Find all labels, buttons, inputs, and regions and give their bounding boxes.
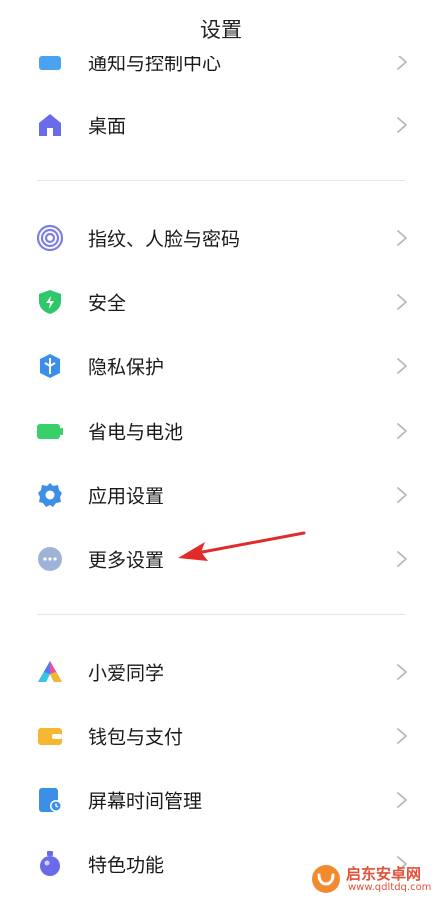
home-icon [36, 111, 64, 139]
chevron-right-icon [396, 486, 408, 504]
settings-item-label: 隐私保护 [88, 356, 165, 379]
settings-item-label: 小爱同学 [88, 662, 165, 685]
watermark-url: www.qdltdq.com [348, 882, 432, 893]
chevron-right-icon [396, 663, 408, 681]
wallet-icon [36, 722, 64, 750]
watermark: 启东安卓网 www.qdltdq.com [306, 859, 436, 899]
xiaoai-icon [36, 658, 64, 686]
watermark-name: 启东安卓网 [346, 865, 422, 883]
screen-time-icon [36, 786, 64, 814]
shield-icon [36, 288, 64, 316]
special-features-icon [36, 850, 64, 878]
settings-item-xiaoai[interactable]: 小爱同学 [0, 646, 442, 698]
section-divider [37, 180, 405, 181]
chevron-right-icon [396, 229, 408, 247]
chevron-right-icon [396, 293, 408, 311]
settings-item-label: 更多设置 [88, 549, 165, 572]
settings-item-screen-time[interactable]: 屏幕时间管理 [0, 774, 442, 826]
settings-item-label: 省电与电池 [88, 421, 184, 444]
settings-item-app-settings[interactable]: 应用设置 [0, 469, 442, 521]
settings-item-label: 钱包与支付 [88, 726, 184, 749]
chevron-right-icon [396, 550, 408, 568]
settings-item-desktop[interactable]: 桌面 [0, 99, 442, 151]
page-title: 设置 [200, 18, 242, 42]
settings-item-label: 安全 [88, 292, 127, 315]
fingerprint-icon [36, 224, 64, 252]
section-divider [37, 614, 405, 615]
settings-item-label: 应用设置 [88, 485, 165, 508]
header: 设置 [0, 0, 442, 56]
settings-item-fingerprint[interactable]: 指纹、人脸与密码 [0, 212, 442, 264]
settings-item-label: 指纹、人脸与密码 [88, 228, 241, 251]
settings-item-label: 特色功能 [88, 854, 165, 877]
chevron-right-icon [396, 422, 408, 440]
settings-item-wallet[interactable]: 钱包与支付 [0, 710, 442, 762]
watermark-logo-icon [310, 863, 342, 895]
chevron-right-icon [396, 791, 408, 809]
privacy-icon [36, 352, 64, 380]
settings-item-battery[interactable]: 省电与电池 [0, 405, 442, 457]
chevron-right-icon [396, 116, 408, 134]
settings-item-label: 屏幕时间管理 [88, 790, 203, 813]
settings-item-security[interactable]: 安全 [0, 276, 442, 328]
chevron-right-icon [396, 357, 408, 375]
settings-item-more-settings[interactable]: 更多设置 [0, 533, 442, 585]
gear-icon [36, 481, 64, 509]
battery-icon [36, 417, 64, 445]
chevron-right-icon [396, 727, 408, 745]
settings-item-label: 桌面 [88, 115, 127, 138]
more-icon [36, 545, 64, 573]
settings-item-privacy[interactable]: 隐私保护 [0, 340, 442, 392]
